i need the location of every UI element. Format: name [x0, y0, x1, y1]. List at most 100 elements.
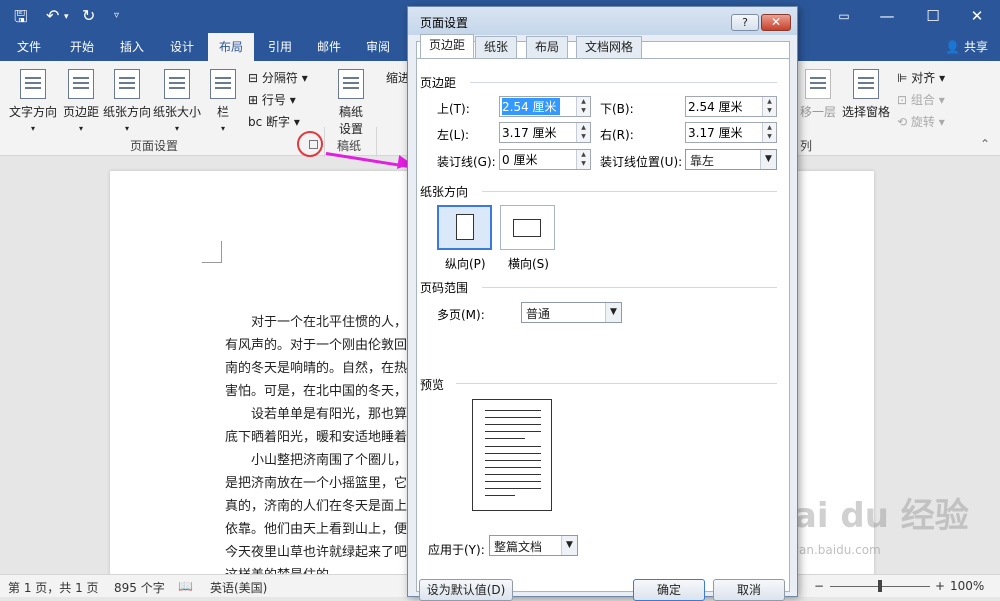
selection-pane-label: 选择窗格 [842, 105, 891, 119]
language[interactable]: 英语(美国) [210, 579, 267, 596]
spinner-arrows-icon[interactable]: ▲ ▼ [576, 150, 590, 169]
breaks-button[interactable]: ⊟ 分隔符 ▾ [248, 69, 308, 86]
tab-margins[interactable]: 页边距 [420, 34, 475, 59]
zoom-slider-thumb[interactable] [878, 580, 882, 592]
size-icon [164, 69, 190, 99]
set-default-button[interactable]: 设为默认值(D) [419, 579, 513, 601]
tab-file[interactable]: 文件 [5, 33, 53, 61]
doc-line: 小山整把济南围了个圈儿， [225, 453, 408, 468]
margins-button[interactable]: 页边距 ▾ [60, 69, 102, 134]
page-preview [472, 399, 552, 511]
orientation-button[interactable]: 纸张方向 ▾ [102, 69, 152, 134]
minimize-button[interactable]: — [872, 4, 902, 28]
bottom-margin-field[interactable]: ▲▼ [685, 96, 777, 117]
tab-layout-dialog[interactable]: 布局 [526, 36, 569, 58]
top-margin-field[interactable]: ▲▼ [499, 96, 591, 117]
align-button[interactable]: ⊫ 对齐 ▾ [897, 69, 945, 86]
share-button[interactable]: 👤 共享 [945, 33, 988, 61]
undo-dropdown-icon[interactable]: ▾ [64, 12, 69, 22]
preview-line [485, 495, 515, 496]
hyphenation-label: 断字 [266, 115, 291, 129]
doc-line: 有风声的。对于一个刚由伦敦回 [225, 338, 408, 353]
line-numbers-label: 行号 [261, 93, 286, 107]
ok-button[interactable]: 确定 [633, 579, 705, 601]
tab-references[interactable]: 引用 [256, 33, 304, 61]
zoom-in-button[interactable]: + [935, 579, 945, 593]
gutter-position-select[interactable]: 靠左 ▼ [685, 149, 777, 170]
landscape-option[interactable] [500, 205, 555, 250]
tab-insert[interactable]: 插入 [108, 33, 156, 61]
spinner-arrows-icon[interactable]: ▲ ▼ [576, 97, 590, 116]
hyphenation-icon: bc [248, 115, 263, 129]
redo-icon[interactable]: ↻ [82, 6, 95, 25]
selection-pane-button[interactable]: 选择窗格 [842, 69, 890, 120]
word-count[interactable]: 895 个字 [114, 579, 165, 596]
right-margin-field[interactable]: ▲▼ [685, 122, 777, 143]
chevron-down-icon[interactable]: ▼ [605, 303, 621, 322]
tab-doc-grid[interactable]: 文档网格 [576, 36, 643, 58]
portrait-option[interactable] [437, 205, 492, 250]
chevron-down-icon[interactable]: ▼ [561, 536, 577, 555]
send-backward-button[interactable]: 移一层 [796, 69, 840, 120]
dialog-title-bar[interactable]: 页面设置 ? ✕ [408, 7, 797, 35]
close-button[interactable]: ✕ [962, 4, 992, 28]
size-button[interactable]: 纸张大小 ▾ [152, 69, 202, 134]
preview-line [485, 453, 541, 454]
rotate-label: 旋转 [910, 115, 935, 129]
draft-paper-button[interactable]: 稿纸 设置 [333, 69, 369, 137]
tab-home[interactable]: 开始 [58, 33, 106, 61]
tab-layout[interactable]: 布局 [208, 33, 254, 61]
document-text[interactable]: 对于一个在北平住惯的人， 有风声的。对于一个刚由伦敦回 南的冬天是响晴的。自然，… [225, 311, 415, 587]
chevron-down-icon[interactable]: ▿ [114, 10, 119, 21]
top-margin-input[interactable] [502, 98, 560, 115]
preview-line [485, 410, 541, 411]
tab-paper[interactable]: 纸张 [475, 36, 518, 58]
chevron-down-icon[interactable]: ▼ [760, 150, 776, 169]
right-margin-label: 右(R): [600, 128, 634, 142]
left-margin-input[interactable] [502, 124, 572, 141]
tab-mailings[interactable]: 邮件 [306, 33, 352, 61]
spinner-arrows-icon[interactable]: ▲ ▼ [762, 123, 776, 142]
zoom-out-button[interactable]: − [814, 579, 824, 593]
multiple-pages-value: 普通 [526, 307, 551, 321]
rotate-button[interactable]: ⟲ 旋转 ▾ [897, 113, 945, 130]
preview-line [485, 431, 541, 432]
group-button[interactable]: ⊡ 组合 ▾ [897, 91, 945, 108]
ribbon-display-icon[interactable]: ▭ [829, 4, 859, 28]
collapse-ribbon-icon[interactable]: ⌃ [980, 137, 990, 151]
arrange-group-label: 列 [800, 139, 813, 153]
text-direction-button[interactable]: 文字方向 ▾ [8, 69, 58, 134]
landscape-label[interactable]: 横向(S) [508, 255, 549, 272]
line-numbers-button[interactable]: ⊞ 行号 ▾ [248, 91, 296, 108]
hyphenation-button[interactable]: bc 断字 ▾ [248, 113, 300, 130]
portrait-label[interactable]: 纵向(P) [445, 255, 486, 272]
draft-group-label: 稿纸 [337, 139, 362, 153]
dialog-close-button[interactable]: ✕ [761, 14, 791, 31]
tab-design[interactable]: 设计 [158, 33, 206, 61]
apply-to-select[interactable]: 整篇文档 ▼ [489, 535, 578, 556]
page-count[interactable]: 第 1 页，共 1 页 [8, 579, 99, 596]
landscape-page-icon [513, 219, 541, 237]
spinner-arrows-icon[interactable]: ▲ ▼ [576, 123, 590, 142]
maximize-button[interactable]: ☐ [918, 4, 948, 28]
proofing-icon[interactable]: 📖 [178, 579, 193, 593]
tab-review[interactable]: 审阅 [354, 33, 402, 61]
orientation-label: 纸张方向 [102, 105, 151, 119]
help-button[interactable]: ? [731, 14, 759, 31]
columns-button[interactable]: 栏 ▾ [208, 69, 238, 134]
left-margin-field[interactable]: ▲▼ [499, 122, 591, 143]
undo-icon[interactable]: ↶ [46, 6, 59, 25]
cancel-button[interactable]: 取消 [713, 579, 785, 601]
send-backward-label: 移一层 [799, 105, 836, 119]
multiple-pages-label: 多页(M): [437, 308, 485, 322]
gutter-field[interactable]: ▲▼ [499, 149, 591, 170]
bottom-margin-input[interactable] [688, 98, 758, 115]
right-margin-input[interactable] [688, 124, 758, 141]
zoom-level[interactable]: 100% [950, 579, 984, 593]
save-icon[interactable]: 🖫 [14, 6, 28, 33]
spinner-arrows-icon[interactable]: ▲ ▼ [762, 97, 776, 116]
selection-pane-icon [853, 69, 879, 99]
gutter-input[interactable] [502, 151, 572, 168]
gutter-position-value: 靠左 [690, 154, 715, 168]
multiple-pages-select[interactable]: 普通 ▼ [521, 302, 622, 323]
